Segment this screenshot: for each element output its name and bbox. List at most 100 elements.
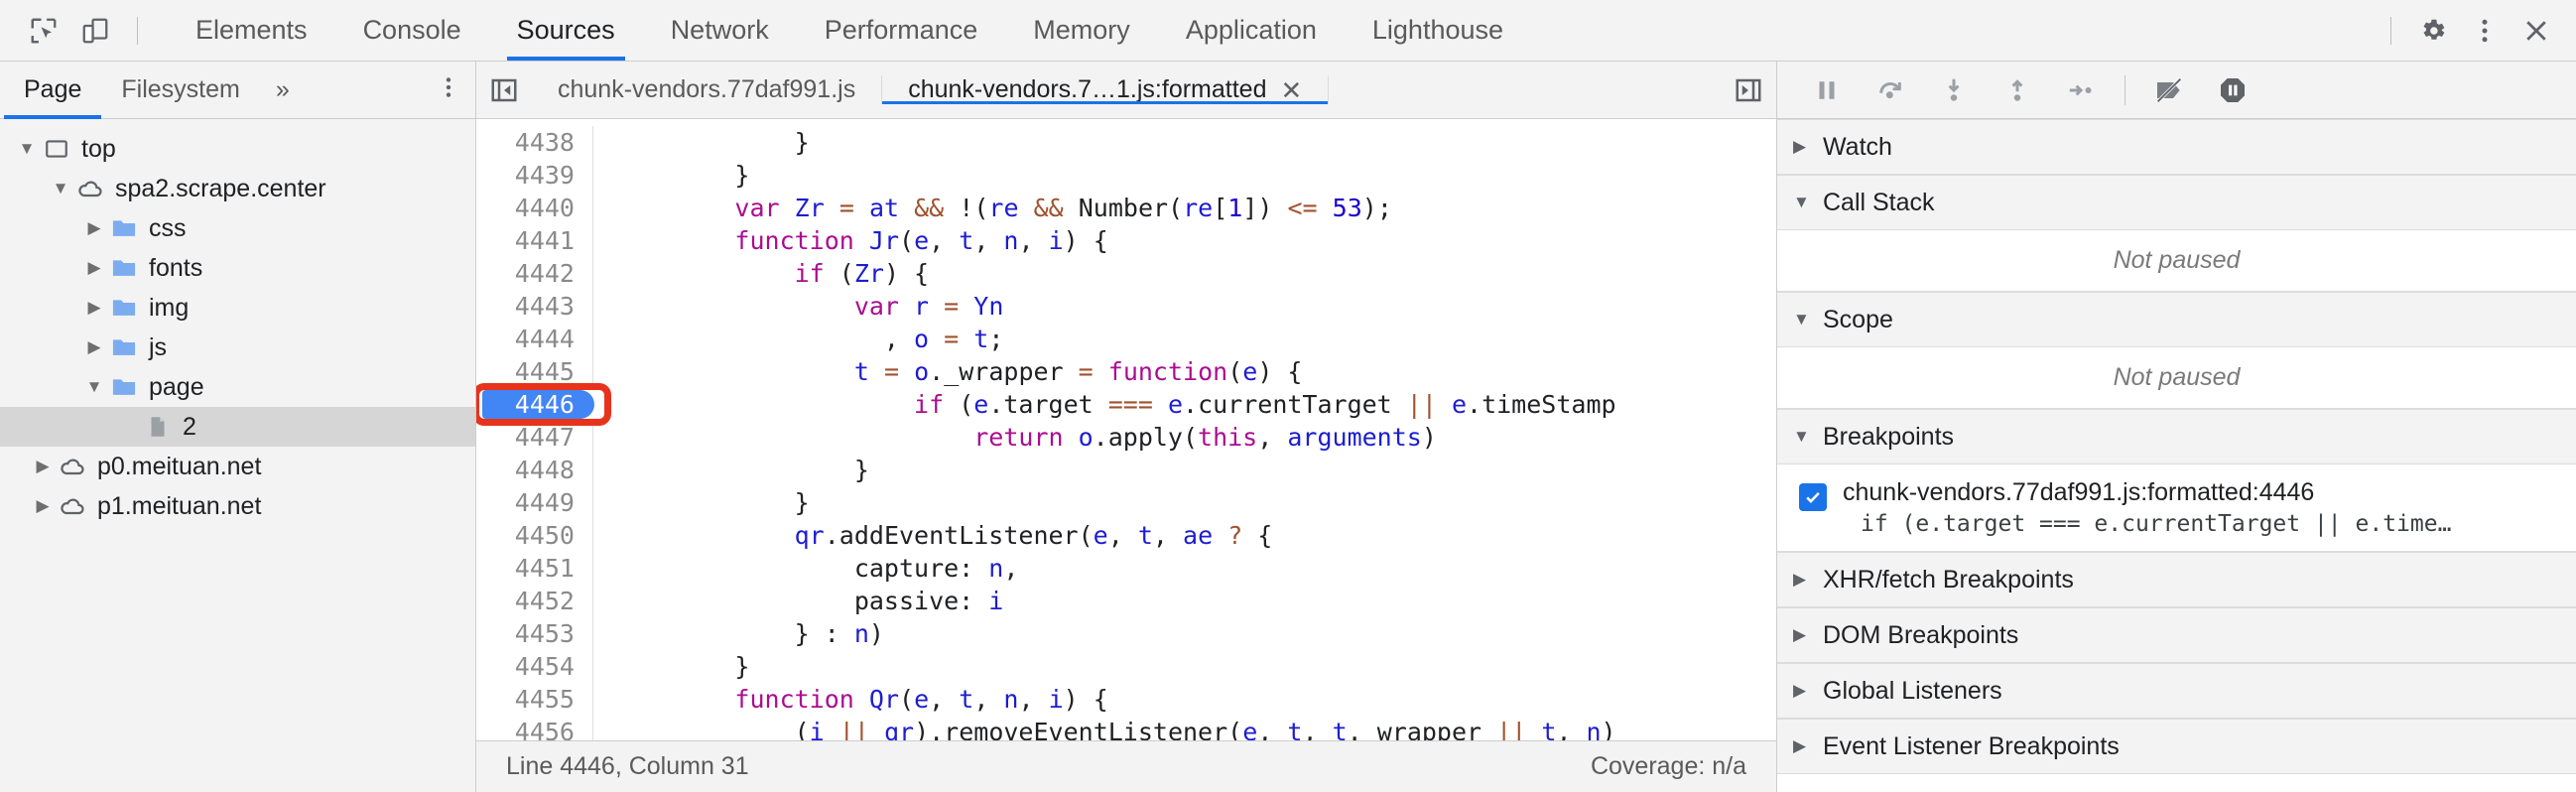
tree-item-p0-meituan-net[interactable]: ▶ p0.meituan.net (0, 447, 475, 486)
navigator-tab-page[interactable]: Page (4, 62, 102, 119)
tree-item-js[interactable]: ▶ js (0, 328, 475, 367)
chevron-down-icon[interactable]: ▼ (14, 139, 40, 159)
tab-network[interactable]: Network (643, 0, 797, 61)
kebab-menu-icon[interactable] (2459, 8, 2511, 54)
section-xhr-fetch-title: XHR/fetch Breakpoints (1823, 565, 2074, 594)
line-number-gutter[interactable]: 4440 (476, 192, 593, 224)
section-scope[interactable]: ▼ Scope (1777, 292, 2576, 347)
chevron-right-icon[interactable]: ▶ (81, 258, 107, 278)
tab-sources[interactable]: Sources (489, 0, 643, 61)
line-number-gutter[interactable]: 4454 (476, 650, 593, 683)
chevron-down-icon[interactable]: ▼ (81, 377, 107, 397)
call-stack-empty-message: Not paused (1777, 230, 2576, 292)
pause-on-exceptions-icon[interactable] (2201, 66, 2264, 114)
code-line: 4444 , o = t; (476, 323, 1776, 355)
line-number-gutter[interactable]: 4448 (476, 454, 593, 486)
code-line: 4456 (i || qr).removeEventListener(e, t,… (476, 716, 1776, 740)
step-over-icon[interactable] (1859, 66, 1922, 114)
chevron-right-icon[interactable]: ▶ (81, 218, 107, 238)
section-global-listeners[interactable]: ▶ Global Listeners (1777, 663, 2576, 719)
code-line-text: if (Zr) { (794, 259, 930, 288)
line-number-gutter[interactable]: 4447 (476, 421, 593, 454)
line-number-gutter[interactable]: 4453 (476, 617, 593, 650)
tab-elements[interactable]: Elements (168, 0, 335, 61)
editor-tab-chunk-vendors-formatted[interactable]: chunk-vendors.7…1.js:formatted ✕ (882, 75, 1330, 104)
tree-item-page[interactable]: ▼ page (0, 367, 475, 407)
tree-item-top[interactable]: ▼ top (0, 129, 475, 169)
tab-elements-label: Elements (195, 15, 308, 45)
code-line: 4454 } (476, 650, 1776, 683)
editor-status-bar: Line 4446, Column 31 Coverage: n/a (476, 740, 1776, 792)
pause-icon[interactable] (1795, 66, 1859, 114)
tree-item-file-2[interactable]: ▶ 2 (0, 407, 475, 447)
editor-tab-chunk-vendors-label: chunk-vendors.77daf991.js (558, 75, 856, 103)
line-number-gutter[interactable]: 4450 (476, 519, 593, 552)
step-icon[interactable] (2049, 66, 2113, 114)
close-icon[interactable] (2511, 8, 2562, 54)
code-line: 4453 } : n) (476, 617, 1776, 650)
deactivate-breakpoints-icon[interactable] (2137, 66, 2201, 114)
editor-tabbar: chunk-vendors.77daf991.js chunk-vendors.… (476, 62, 1776, 119)
navigator-kebab-menu-icon[interactable] (436, 74, 461, 105)
panel-tab-list: Elements Console Sources Network Perform… (168, 0, 1531, 61)
chevron-right-icon[interactable]: ▶ (81, 337, 107, 357)
chevron-down-icon[interactable]: ▼ (48, 179, 73, 198)
frame-icon (40, 136, 73, 162)
file-icon (141, 414, 175, 440)
tab-memory[interactable]: Memory (1005, 0, 1158, 61)
coverage-label[interactable]: Coverage: n/a (1591, 752, 1746, 781)
section-dom-breakpoints[interactable]: ▶ DOM Breakpoints (1777, 607, 2576, 663)
line-number-gutter[interactable]: 4441 (476, 224, 593, 257)
tree-item-top-label: top (81, 134, 116, 163)
line-number-gutter[interactable]: 4445 (476, 355, 593, 388)
tree-item-p1-label: p1.meituan.net (97, 491, 262, 520)
tree-item-p1-meituan-net[interactable]: ▶ p1.meituan.net (0, 486, 475, 526)
navigator-more-tabs-chevron-icon[interactable]: » (260, 75, 306, 104)
line-number-gutter[interactable]: 4451 (476, 552, 593, 585)
section-watch[interactable]: ▶ Watch (1777, 119, 2576, 175)
tree-item-spa2-scrape-center[interactable]: ▼ spa2.scrape.center (0, 169, 475, 208)
close-icon[interactable]: ✕ (1280, 77, 1302, 103)
breakpoint-item[interactable]: chunk-vendors.77daf991.js:formatted:4446… (1777, 474, 2576, 537)
section-breakpoints[interactable]: ▼ Breakpoints (1777, 409, 2576, 464)
tree-item-fonts[interactable]: ▶ fonts (0, 248, 475, 288)
devtools-window: Elements Console Sources Network Perform… (0, 0, 2576, 792)
tab-performance[interactable]: Performance (797, 0, 1006, 61)
cloud-icon (73, 175, 107, 202)
section-call-stack[interactable]: ▼ Call Stack (1777, 175, 2576, 230)
device-toolbar-icon[interactable] (69, 8, 121, 54)
next-tab-icon[interactable] (1721, 75, 1776, 105)
section-xhr-fetch-breakpoints[interactable]: ▶ XHR/fetch Breakpoints (1777, 552, 2576, 607)
line-number-gutter[interactable]: 4456 (476, 716, 593, 740)
inspect-element-icon[interactable] (18, 8, 69, 54)
code-editor[interactable]: 4438 } 4439 } 4440 var Zr = at && !(re && … (476, 119, 1776, 740)
line-number-gutter[interactable]: 4449 (476, 486, 593, 519)
tab-lighthouse[interactable]: Lighthouse (1345, 0, 1531, 61)
line-number-gutter[interactable]: 4444 (476, 323, 593, 355)
folder-icon (107, 373, 141, 401)
previous-tab-icon[interactable] (476, 75, 532, 105)
gear-icon[interactable] (2407, 8, 2459, 54)
chevron-right-icon[interactable]: ▶ (30, 457, 56, 476)
chevron-right-icon[interactable]: ▶ (81, 298, 107, 318)
code-line: 4439 } (476, 159, 1776, 192)
line-number-gutter[interactable]: 4439 (476, 159, 593, 192)
tab-console[interactable]: Console (335, 0, 489, 61)
tree-item-css[interactable]: ▶ css (0, 208, 475, 248)
cursor-position-label: Line 4446, Column 31 (506, 752, 749, 780)
line-number-gutter[interactable]: 4455 (476, 683, 593, 716)
section-event-listener-breakpoints[interactable]: ▶ Event Listener Breakpoints (1777, 719, 2576, 774)
chevron-right-icon[interactable]: ▶ (30, 496, 56, 516)
step-out-icon[interactable] (1986, 66, 2049, 114)
breakpoint-checkbox[interactable] (1799, 483, 1827, 511)
line-number-gutter[interactable]: 4442 (476, 257, 593, 290)
line-number-gutter[interactable]: 4452 (476, 585, 593, 617)
tab-application[interactable]: Application (1158, 0, 1345, 61)
line-number-gutter[interactable]: 4443 (476, 290, 593, 323)
tree-item-img[interactable]: ▶ img (0, 288, 475, 328)
line-number-gutter[interactable]: 4446 (476, 388, 594, 421)
editor-tab-chunk-vendors[interactable]: chunk-vendors.77daf991.js (532, 75, 883, 104)
step-into-icon[interactable] (1922, 66, 1986, 114)
line-number-gutter[interactable]: 4438 (476, 126, 593, 159)
navigator-tab-filesystem[interactable]: Filesystem (101, 62, 259, 118)
